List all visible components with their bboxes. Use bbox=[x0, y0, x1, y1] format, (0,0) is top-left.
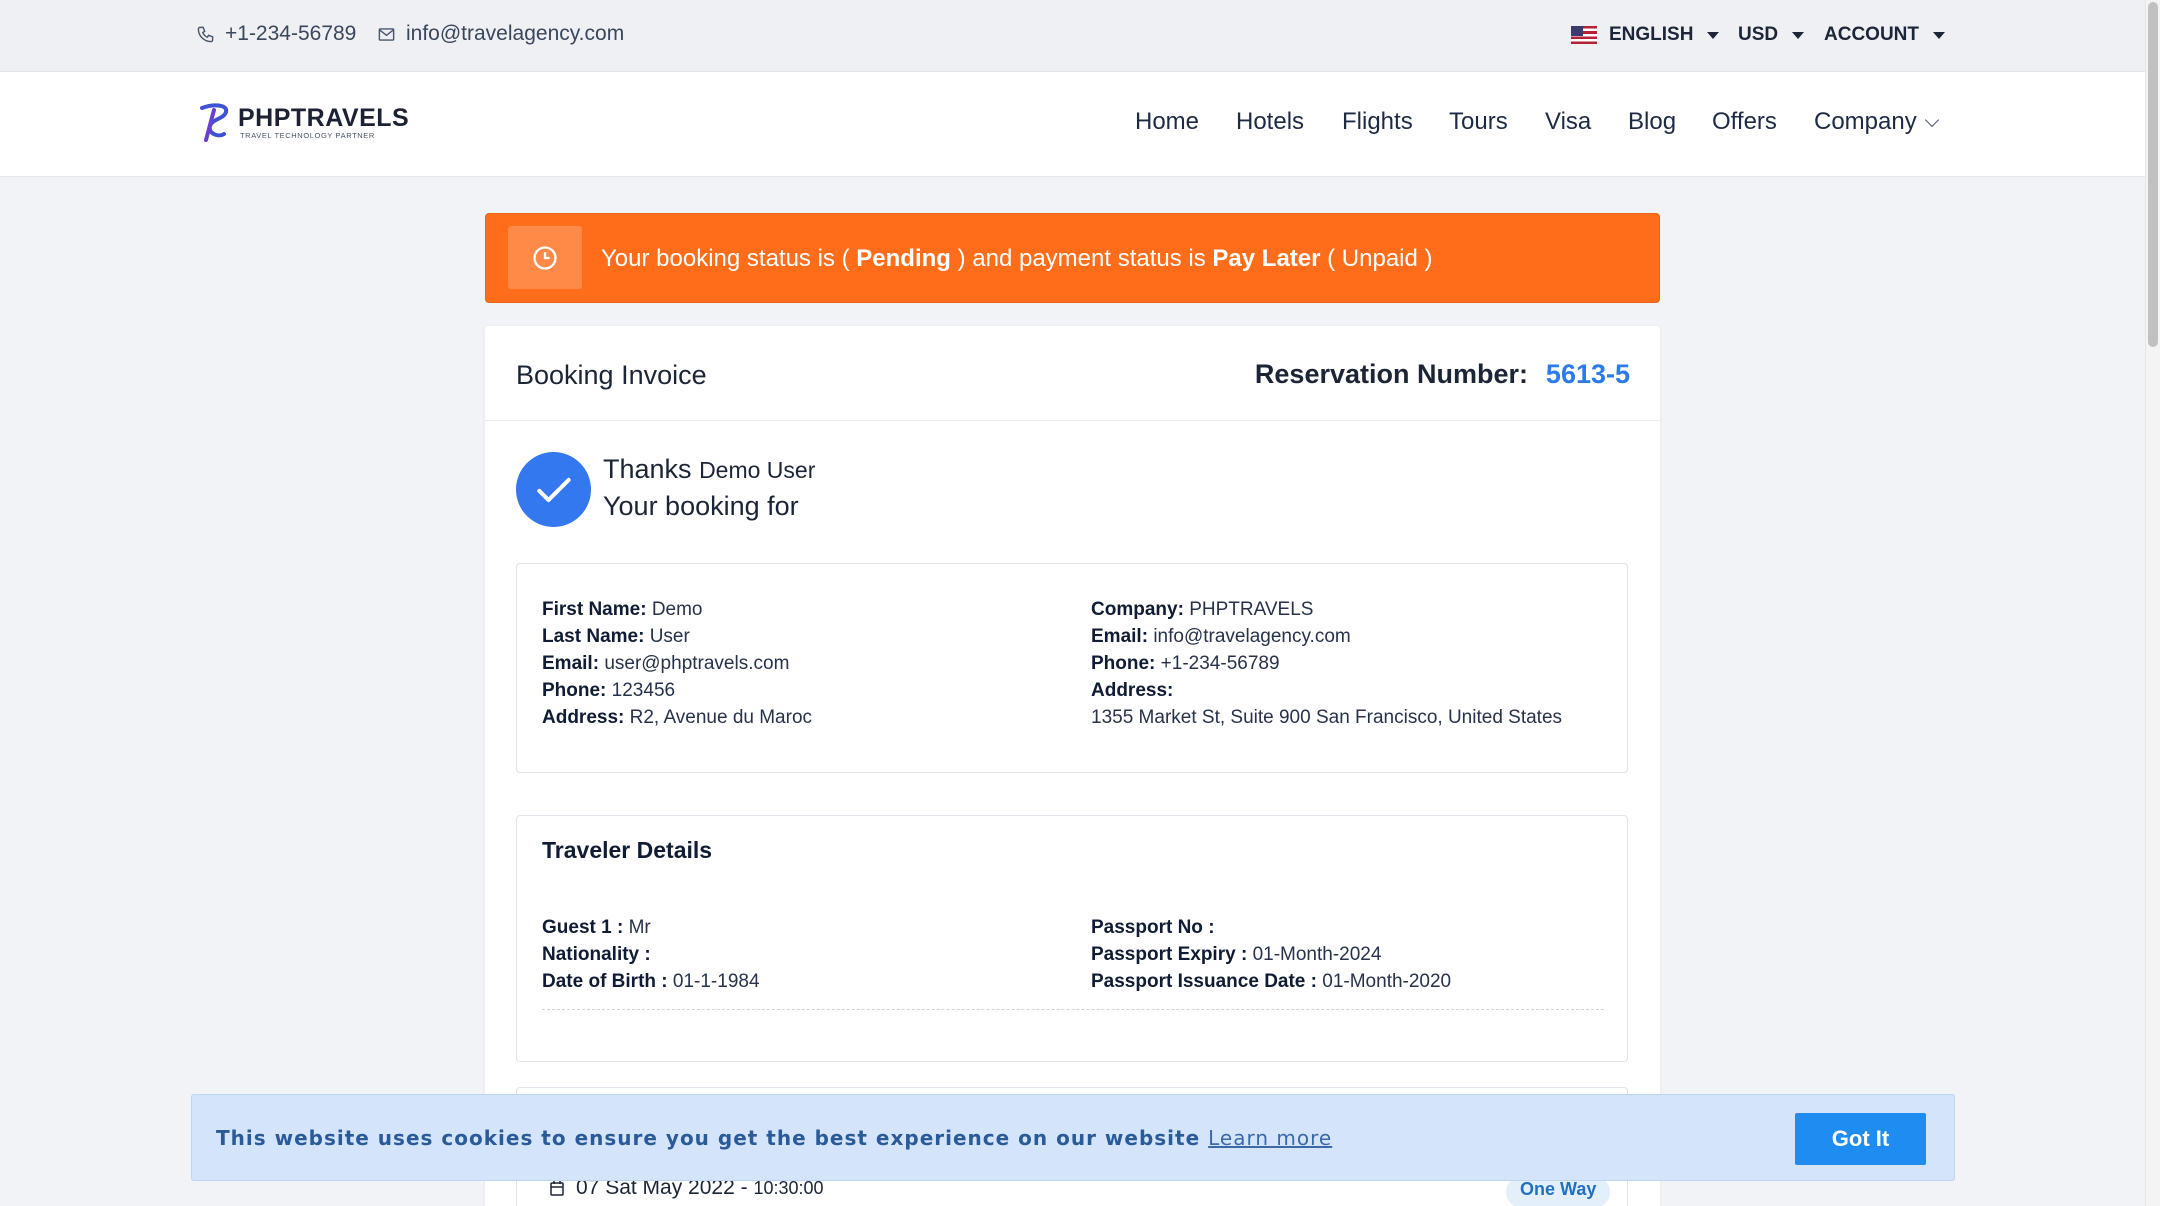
booking-for-text: Your booking for bbox=[603, 491, 799, 521]
top-bar: +1-234-56789 info@travelagency.com ENGLI… bbox=[0, 0, 2145, 72]
invoice-header: Booking Invoice Reservation Number: 5613… bbox=[485, 326, 1660, 421]
booking-status-alert: Your booking status is ( Pending ) and p… bbox=[485, 213, 1660, 303]
main-navbar: PHPTRAVELS TRAVEL TECHNOLOGY PARTNER Hom… bbox=[0, 72, 2145, 177]
language-dropdown[interactable]: ENGLISH bbox=[1571, 24, 1720, 46]
mail-icon bbox=[378, 27, 395, 41]
account-dropdown[interactable]: ACCOUNT bbox=[1824, 24, 1945, 46]
status-message: Your booking status is ( Pending ) and p… bbox=[601, 245, 1433, 273]
nav-tours[interactable]: Tours bbox=[1449, 108, 1508, 136]
cookie-accept-button[interactable]: Got It bbox=[1795, 1113, 1926, 1165]
dob-value: 01-1-1984 bbox=[672, 971, 760, 992]
site-logo[interactable]: PHPTRAVELS TRAVEL TECHNOLOGY PARTNER bbox=[198, 102, 409, 142]
nav-offers[interactable]: Offers bbox=[1712, 108, 1777, 136]
page-scrollbar[interactable] bbox=[2145, 0, 2160, 1206]
payment-method-value: Pay Later bbox=[1212, 245, 1321, 272]
customer-email-value: user@phptravels.com bbox=[604, 653, 790, 674]
cookie-message: This website uses cookies to ensure you … bbox=[216, 1126, 1332, 1150]
nav-home[interactable]: Home bbox=[1135, 108, 1199, 136]
customer-email-label: Email: bbox=[542, 653, 600, 674]
chevron-down-icon bbox=[1792, 31, 1805, 39]
passport-no-label: Passport No : bbox=[1091, 917, 1215, 938]
customer-phone-value: 123456 bbox=[611, 680, 676, 701]
clock-icon bbox=[533, 245, 557, 270]
top-email-text: info@travelagency.com bbox=[406, 22, 625, 45]
status-icon-box bbox=[508, 226, 582, 289]
cookie-message-text: This website uses cookies to ensure you … bbox=[216, 1126, 1201, 1150]
booking-status-value: Pending bbox=[856, 245, 951, 272]
calendar-icon bbox=[550, 1181, 564, 1196]
traveler-personal-info: Guest 1 : Mr Nationality : Date of Birth… bbox=[542, 914, 760, 995]
passport-expiry-label: Passport Expiry : bbox=[1091, 944, 1248, 965]
us-flag-icon bbox=[1571, 26, 1597, 44]
nav-company-label: Company bbox=[1814, 108, 1917, 135]
booking-invoice-card: Booking Invoice Reservation Number: 5613… bbox=[485, 326, 1660, 1206]
top-phone[interactable]: +1-234-56789 bbox=[196, 22, 356, 46]
last-name-label: Last Name: bbox=[542, 626, 645, 647]
customer-address-value: R2, Avenue du Maroc bbox=[629, 707, 813, 728]
thanks-user-name: Demo User bbox=[699, 457, 816, 483]
currency-label: USD bbox=[1738, 24, 1779, 45]
nav-company-dropdown[interactable]: Company bbox=[1814, 108, 1939, 136]
status-middle: ) and payment status is bbox=[950, 245, 1213, 272]
company-value: PHPTRAVELS bbox=[1189, 599, 1314, 620]
customer-phone-label: Phone: bbox=[542, 680, 607, 701]
company-email-value: info@travelagency.com bbox=[1153, 626, 1351, 647]
phone-icon bbox=[197, 26, 214, 42]
thanks-word: Thanks bbox=[603, 454, 692, 484]
guest-label: Guest 1 : bbox=[542, 917, 624, 938]
nav-flights[interactable]: Flights bbox=[1342, 108, 1413, 136]
company-phone-label: Phone: bbox=[1091, 653, 1156, 674]
thanks-message: Thanks Demo User bbox=[603, 454, 815, 485]
customer-company-box: First Name: Demo Last Name: User Email: … bbox=[516, 563, 1628, 773]
passport-issuance-label: Passport Issuance Date : bbox=[1091, 971, 1317, 992]
traveler-passport-info: Passport No : Passport Expiry : 01-Month… bbox=[1091, 914, 1451, 995]
guest-value: Mr bbox=[628, 917, 651, 938]
account-label: ACCOUNT bbox=[1824, 24, 1919, 45]
reservation-label: Reservation Number: bbox=[1254, 359, 1528, 389]
company-email-label: Email: bbox=[1091, 626, 1149, 647]
top-phone-text: +1-234-56789 bbox=[225, 22, 357, 45]
language-label: ENGLISH bbox=[1609, 24, 1694, 45]
scrollbar-thumb[interactable] bbox=[2148, 2, 2158, 347]
company-address-label: Address: bbox=[1091, 680, 1174, 701]
reservation-number: 5613-5 bbox=[1545, 359, 1630, 389]
traveler-details-title: Traveler Details bbox=[542, 837, 713, 863]
first-name-label: First Name: bbox=[542, 599, 647, 620]
first-name-value: Demo bbox=[651, 599, 703, 620]
logo-mark-icon bbox=[200, 103, 229, 142]
customer-info: First Name: Demo Last Name: User Email: … bbox=[542, 596, 812, 731]
logo-subtitle: TRAVEL TECHNOLOGY PARTNER bbox=[240, 130, 375, 140]
chevron-down-icon bbox=[1707, 31, 1720, 39]
status-prefix: Your booking status is ( bbox=[601, 245, 857, 272]
last-name-value: User bbox=[649, 626, 690, 647]
payment-status-value: ( Unpaid ) bbox=[1320, 245, 1433, 272]
logo-title: PHPTRAVELS bbox=[238, 103, 410, 132]
currency-dropdown[interactable]: USD bbox=[1738, 24, 1805, 46]
nav-visa[interactable]: Visa bbox=[1545, 108, 1591, 136]
top-email[interactable]: info@travelagency.com bbox=[377, 22, 624, 46]
passport-expiry-value: 01-Month-2024 bbox=[1252, 944, 1382, 965]
company-info: Company: PHPTRAVELS Email: info@travelag… bbox=[1091, 596, 1562, 731]
traveler-details-box: Traveler Details Guest 1 : Mr Nationalit… bbox=[516, 815, 1628, 1062]
nav-hotels[interactable]: Hotels bbox=[1236, 108, 1304, 136]
nav-blog[interactable]: Blog bbox=[1628, 108, 1676, 136]
check-icon bbox=[536, 477, 571, 502]
chevron-down-icon bbox=[1924, 112, 1939, 128]
chevron-down-icon bbox=[1933, 31, 1945, 39]
nationality-label: Nationality : bbox=[542, 944, 651, 965]
flight-time: 10:30:00 bbox=[753, 1178, 824, 1198]
traveler-divider bbox=[542, 1009, 1604, 1010]
success-check-badge bbox=[516, 452, 591, 527]
invoice-title: Booking Invoice bbox=[516, 360, 707, 390]
cookie-learn-more-link[interactable]: Learn more bbox=[1208, 1126, 1332, 1150]
cookie-consent-bar: This website uses cookies to ensure you … bbox=[191, 1094, 1955, 1181]
company-address-value: 1355 Market St, Suite 900 San Francisco,… bbox=[1091, 707, 1563, 728]
customer-address-label: Address: bbox=[542, 707, 625, 728]
dob-label: Date of Birth : bbox=[542, 971, 668, 992]
passport-issuance-value: 01-Month-2020 bbox=[1322, 971, 1452, 992]
company-label: Company: bbox=[1091, 599, 1184, 620]
company-phone-value: +1-234-56789 bbox=[1160, 653, 1280, 674]
